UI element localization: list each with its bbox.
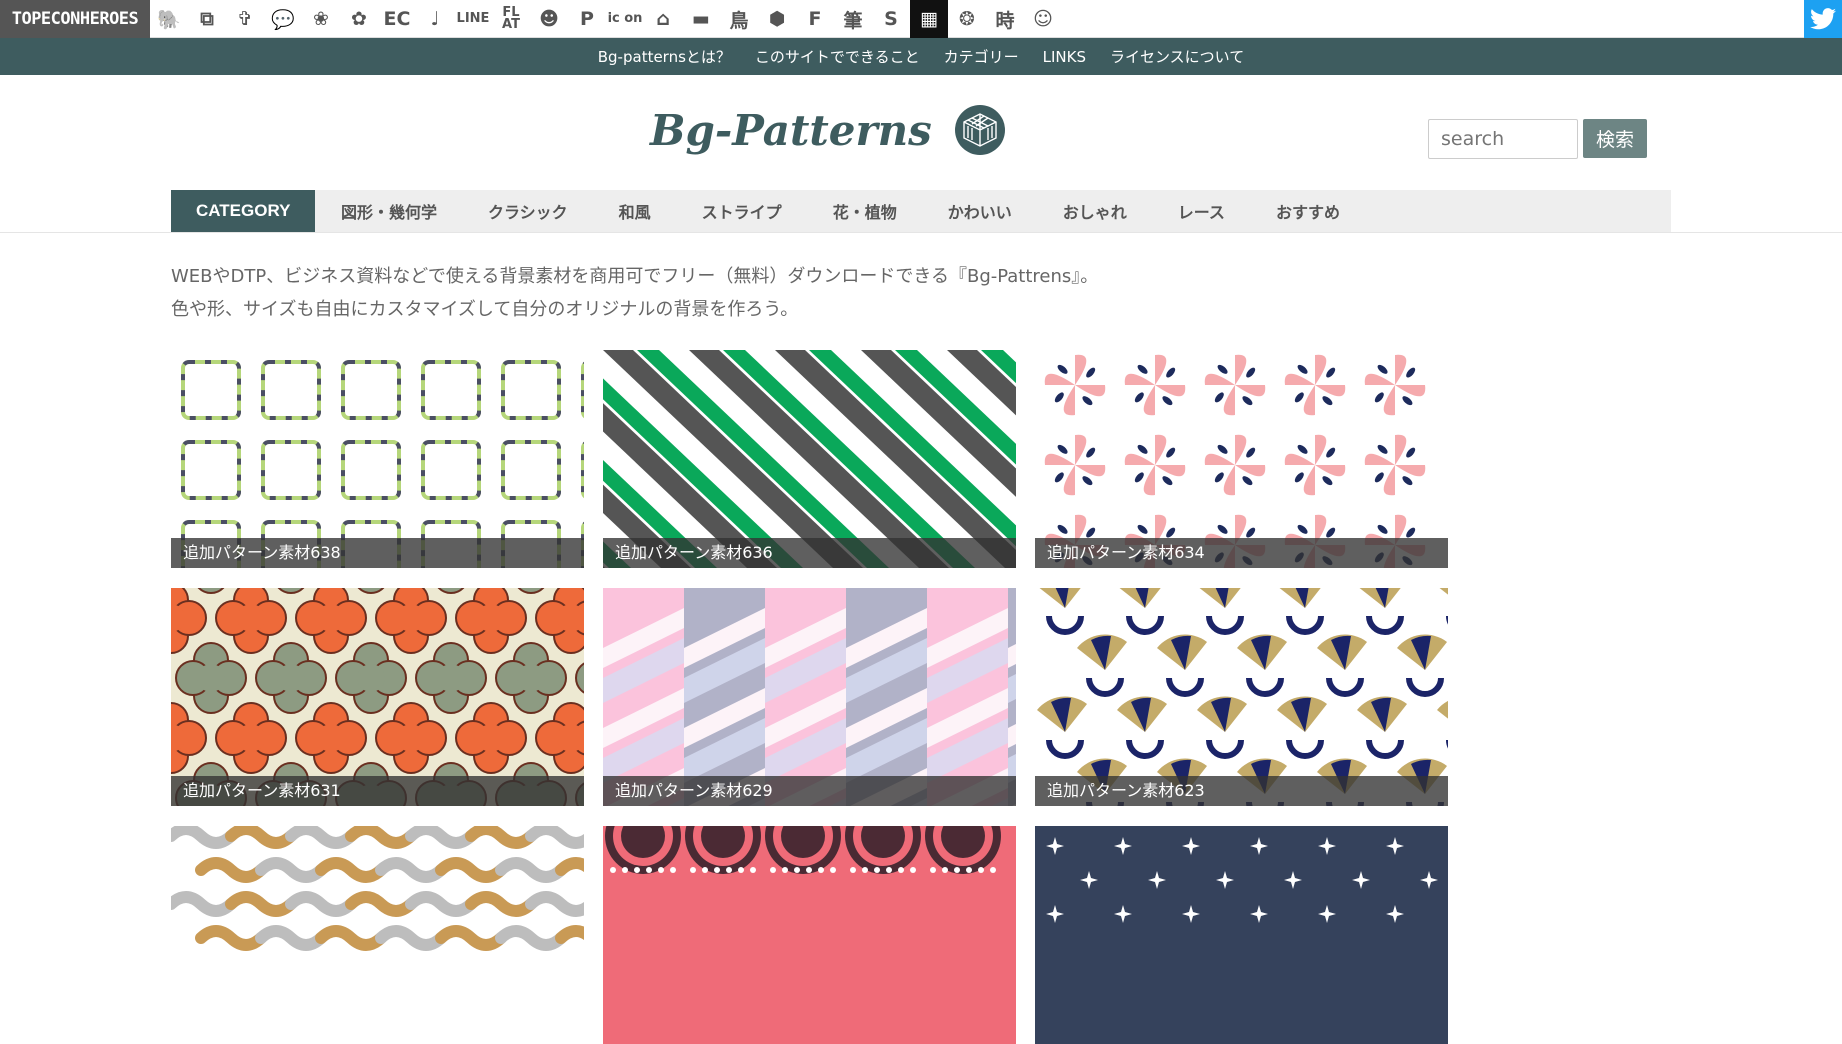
site-brand[interactable]: Bg-Patterns	[650, 100, 1006, 160]
twitter-icon[interactable]	[1804, 0, 1842, 38]
category-item[interactable]: おすすめ	[1250, 190, 1365, 232]
pattern-thumbnail	[1035, 350, 1448, 568]
line-icon[interactable]: LINE	[454, 0, 492, 38]
time-kanji-icon[interactable]: 時	[986, 0, 1024, 38]
burst-icon[interactable]: ❂	[948, 0, 986, 38]
pattern-thumbnail	[171, 826, 584, 1044]
pattern-card[interactable]	[171, 826, 584, 1044]
network-icons: 🐘 ⧉ ✞ 💬 ❀ ✿ EC ♩ LINE FL AT ☻ Pic on ⌂ ▬ 鳥 ⬢ F 筆 S ▦ ❂ 時 ☺	[150, 0, 1062, 38]
person-icon[interactable]: ✞	[226, 0, 264, 38]
category-item[interactable]: レース	[1152, 190, 1250, 232]
pattern-caption: 追加パターン素材629	[603, 776, 1016, 806]
pattern-card[interactable]: 追加パターン素材629	[603, 588, 1016, 806]
bird-icon[interactable]: ❀	[302, 0, 340, 38]
sofa-icon[interactable]: ▬	[682, 0, 720, 38]
category-item[interactable]: クラシック	[462, 190, 593, 232]
subnav-link[interactable]: LINKS	[1043, 48, 1086, 66]
hexagon-pattern-icon[interactable]: ⬢	[758, 0, 796, 38]
face-icon[interactable]: ☺	[1024, 0, 1062, 38]
category-item[interactable]: おしゃれ	[1037, 190, 1152, 232]
category-item[interactable]: 図形・幾何学	[315, 190, 462, 232]
pattern-thumbnail	[603, 588, 1016, 806]
smiley-icon[interactable]: ☻	[530, 0, 568, 38]
copy-icon[interactable]: ⧉	[188, 0, 226, 38]
pattern-card[interactable]: 追加パターン素材636	[603, 350, 1016, 568]
pattern-thumbnail	[1035, 826, 1448, 1044]
parking-icon[interactable]: P	[568, 0, 606, 38]
ec-icon[interactable]: EC	[378, 0, 416, 38]
pattern-card[interactable]: 追加パターン素材623	[1035, 588, 1448, 806]
subnav-link[interactable]: このサイトでできること	[755, 46, 920, 67]
pattern-thumbnail	[171, 588, 584, 806]
pattern-caption: 追加パターン素材638	[171, 538, 584, 568]
s-font-icon[interactable]: S	[872, 0, 910, 38]
intro-line: 色や形、サイズも自由にカスタマイズして自分のオリジナルの背景を作ろう。	[171, 299, 799, 320]
subnav-link[interactable]: Bg-patternsとは？	[598, 46, 731, 67]
f-font-icon[interactable]: F	[796, 0, 834, 38]
category-item[interactable]: ストライプ	[676, 190, 807, 232]
search-button[interactable]: 検索	[1583, 119, 1647, 158]
brand-title[interactable]: Bg-Patterns	[650, 106, 932, 155]
brush-kanji-icon[interactable]: 筆	[834, 0, 872, 38]
pattern-thumbnail	[603, 826, 1016, 1044]
network-bar: TOPECONHEROES 🐘 ⧉ ✞ 💬 ❀ ✿ EC ♩ LINE FL AT ☻ Pic on ⌂…	[0, 0, 1842, 38]
category-item[interactable]: 和風	[593, 190, 676, 232]
music-note-icon[interactable]: ♩	[416, 0, 454, 38]
icon-text-icon[interactable]: ic on	[606, 0, 644, 38]
flat-icon[interactable]: FL AT	[492, 0, 530, 38]
pattern-card[interactable]: 追加パターン素材638	[171, 350, 584, 568]
grid-pattern-icon[interactable]: ▦	[910, 0, 948, 38]
pattern-thumbnail	[1035, 588, 1448, 806]
pattern-thumbnail	[603, 350, 1016, 568]
intro-text: WEBやDTP、ビジネス資料などで使える背景素材を商用可でフリー（無料）ダウンロ…	[171, 260, 1098, 326]
pattern-caption: 追加パターン素材631	[171, 776, 584, 806]
sub-nav: Bg-patternsとは？ このサイトでできること カテゴリー LINKS ライセンス…	[0, 38, 1842, 75]
elephant-icon[interactable]: 🐘	[150, 0, 188, 38]
subnav-link[interactable]: カテゴリー	[944, 46, 1019, 67]
category-item[interactable]: 花・植物	[807, 190, 922, 232]
category-label: CATEGORY	[171, 190, 316, 232]
pattern-thumbnail	[171, 350, 584, 568]
building-icon[interactable]: ⌂	[644, 0, 682, 38]
pattern-caption: 追加パターン素材636	[603, 538, 1016, 568]
search-input[interactable]	[1428, 119, 1578, 159]
intro-line: WEBやDTP、ビジネス資料などで使える背景素材を商用可でフリー（無料）ダウンロ…	[171, 266, 1099, 287]
category-item[interactable]: かわいい	[922, 190, 1037, 232]
flower-gear-icon[interactable]: ✿	[340, 0, 378, 38]
chat-bubble-icon[interactable]: 💬	[264, 0, 302, 38]
pattern-card[interactable]	[1035, 826, 1448, 1044]
pattern-card[interactable]: 追加パターン素材631	[171, 588, 584, 806]
category-bar: CATEGORY 図形・幾何学 クラシック 和風 ストライプ 花・植物 かわいい おしゃれレ…	[171, 190, 1671, 232]
tori-kanji-icon[interactable]: 鳥	[720, 0, 758, 38]
pattern-card[interactable]	[603, 826, 1016, 1044]
pattern-caption: 追加パターン素材634	[1035, 538, 1448, 568]
divider	[0, 232, 1842, 233]
subnav-link[interactable]: ライセンスについて	[1110, 46, 1244, 67]
pattern-caption: 追加パターン素材623	[1035, 776, 1448, 806]
brand-logo-icon	[954, 105, 1005, 155]
network-logo[interactable]: TOPECONHEROES	[0, 0, 150, 38]
pattern-card[interactable]: 追加パターン素材634	[1035, 350, 1448, 568]
